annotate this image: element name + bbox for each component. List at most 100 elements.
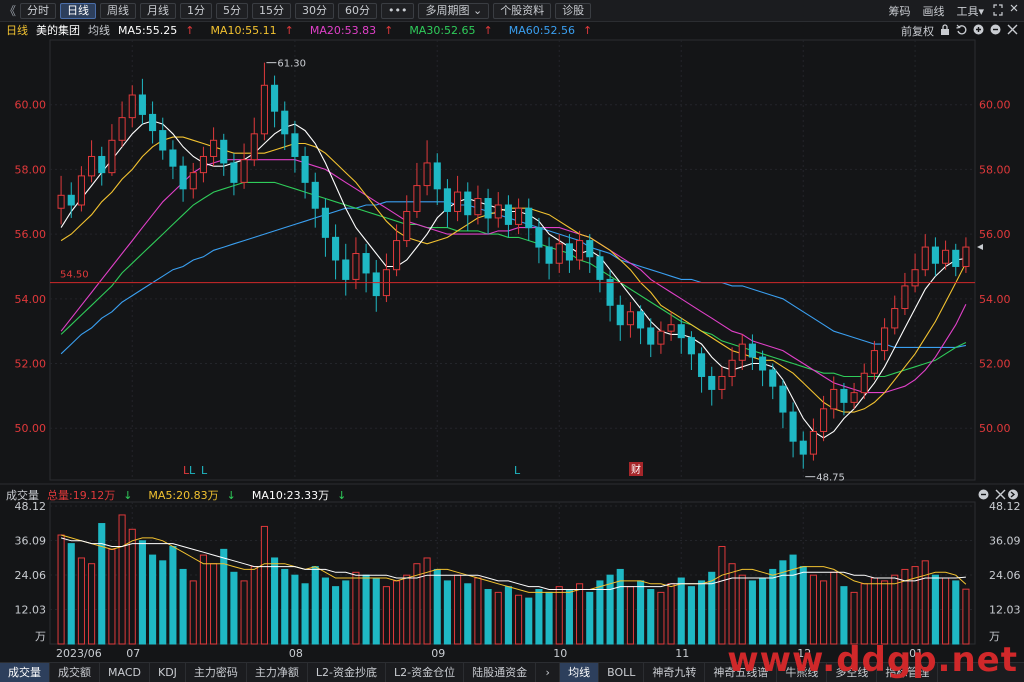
volume-bar-down [342, 580, 350, 645]
volume-tick-left: 12.03 [15, 604, 47, 617]
tabs-scroll-arrow[interactable]: › [536, 663, 561, 682]
candle-down [525, 207, 533, 229]
candle-up [667, 324, 675, 332]
candle-down [169, 149, 177, 167]
stock-chart[interactable]: 60.00 60.00 58.00 58.00 56.00 56.00 54.00 54.00… [0, 0, 1024, 662]
signal-marker: L [189, 464, 196, 477]
volume-bar-up [555, 586, 563, 645]
candle-down [799, 440, 807, 455]
tab-main-force-code[interactable]: 主力密码 [186, 663, 247, 682]
price-tick-right: 58.00 [979, 163, 1011, 176]
candle-up [901, 285, 909, 310]
price-tick-right: 52.00 [979, 358, 1011, 371]
volume-bar-down [281, 568, 289, 645]
candle-down [596, 256, 604, 280]
tab-td-nine[interactable]: 神奇九转 [644, 663, 706, 682]
candle-up [403, 210, 411, 242]
tab-volume[interactable]: 成交量 [0, 663, 50, 682]
price-tick-left: 60.00 [15, 99, 47, 112]
candle-down [748, 343, 756, 358]
watermark-text: www.ddgp.net [727, 640, 1018, 680]
volume-tick-right: 48.12 [989, 500, 1021, 513]
candle-up [250, 133, 258, 161]
candle-up [474, 198, 482, 216]
candle-down [759, 356, 767, 371]
candle-up [57, 194, 65, 209]
signal-marker: L [201, 464, 208, 477]
candle-down [637, 311, 645, 329]
candle-up [494, 204, 502, 219]
volume-bar-up [199, 554, 207, 645]
volume-bar-up [738, 574, 746, 645]
volume-bar-down [545, 591, 553, 645]
candle-down [698, 353, 706, 377]
candle-down [606, 278, 614, 306]
volume-bar-down [67, 543, 75, 645]
tab-turnover[interactable]: 成交额 [50, 663, 100, 682]
signal-marker: L [514, 464, 521, 477]
candle-down [220, 139, 228, 164]
volume-bar-up [393, 580, 401, 645]
candle-up [413, 185, 421, 212]
volume-bar-down [677, 577, 685, 645]
tab-l2-bottom[interactable]: L2-资金抄底 [308, 663, 387, 682]
volume-bar-up [515, 594, 523, 645]
x-tick-label: 11 [675, 647, 689, 660]
candle-down [535, 227, 543, 248]
ma20-line [60, 159, 967, 394]
volume-bar-up [820, 580, 828, 645]
tab-main-force-net[interactable]: 主力净额 [247, 663, 308, 682]
volume-bar-down [230, 571, 238, 645]
volume-bar-down [464, 583, 472, 645]
candle-up [118, 117, 126, 141]
volume-bar-up [809, 574, 817, 645]
volume-bar-up [77, 557, 85, 645]
volume-bar-down [311, 566, 319, 645]
x-tick-label: 09 [431, 647, 445, 660]
volume-bar-down [504, 586, 512, 645]
finance-marker: 财 [631, 463, 641, 476]
volume-bar-down [535, 589, 543, 645]
volume-bar-down [332, 586, 340, 645]
volume-bar-down [799, 566, 807, 645]
price-tick-left: 54.00 [15, 293, 47, 306]
tab-northbound[interactable]: 陆股通资金 [464, 663, 537, 682]
candle-up [860, 372, 868, 394]
volume-bar-up [352, 571, 360, 645]
volume-bar-down [98, 523, 106, 645]
volume-bar-down [759, 577, 767, 645]
candle-down [443, 188, 451, 212]
volume-bar-down [321, 577, 329, 645]
candle-up [352, 253, 360, 280]
volume-tick-left: 36.09 [15, 535, 47, 548]
candle-down [769, 369, 777, 387]
volume-bar-down [952, 580, 960, 645]
tab-kdj[interactable]: KDJ [150, 663, 186, 682]
candle-up [189, 172, 197, 190]
volume-tick-right: 36.09 [989, 535, 1021, 548]
candle-down [586, 240, 594, 258]
tab-l2-position[interactable]: L2-资金仓位 [386, 663, 465, 682]
tab-ma[interactable]: 均线 [560, 663, 600, 682]
price-tick-left: 52.00 [15, 358, 47, 371]
low-label: 48.75 [816, 473, 845, 484]
candle-down [708, 375, 716, 390]
candle-down [464, 191, 472, 216]
price-tick-right: 54.00 [979, 293, 1011, 306]
tab-boll[interactable]: BOLL [599, 663, 645, 682]
ma60-line [60, 201, 967, 355]
tab-macd[interactable]: MACD [100, 663, 150, 682]
volume-bar-down [179, 568, 187, 645]
candle-up [657, 330, 665, 345]
volume-tick-right: 24.06 [989, 569, 1021, 582]
ma10-line [60, 136, 967, 413]
candle-down [67, 194, 75, 206]
volume-bar-up [474, 577, 482, 645]
candles [57, 62, 970, 469]
volume-bar-down [698, 580, 706, 645]
candle-down [138, 94, 146, 115]
volume-tick-left: 48.12 [15, 500, 47, 513]
candle-up [128, 94, 136, 119]
candle-down [271, 84, 279, 112]
volume-bar-up [454, 574, 462, 645]
